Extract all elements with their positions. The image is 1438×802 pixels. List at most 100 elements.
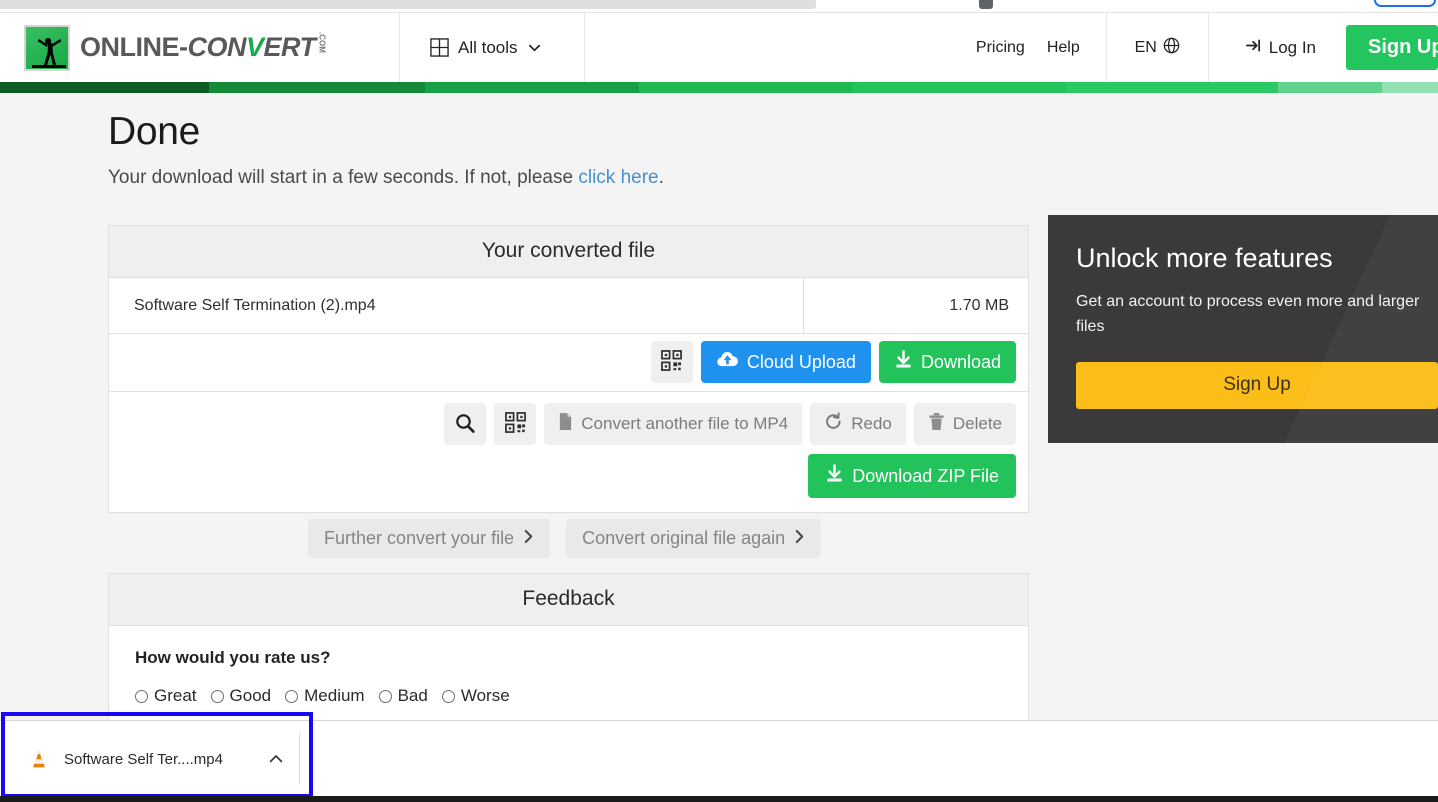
qr-code-button[interactable] [650,341,693,383]
download-icon [825,464,844,488]
converted-file-size: 1.70 MB [949,296,1009,314]
redo-label: Redo [851,414,892,433]
language-selector[interactable]: EN [1105,13,1209,82]
rating-option-good[interactable]: Good [210,686,272,706]
logo-com-text: .COM [317,32,327,53]
promo-signup-button[interactable]: Sign Up [1076,361,1438,409]
rating-option-great[interactable]: Great [135,686,197,706]
feedback-body: How would you rate us? Great Good Medium… [109,626,1028,720]
rating-option-bad[interactable]: Bad [378,686,428,706]
header-spacer [585,13,976,82]
converted-file-heading: Your converted file [109,226,1028,278]
rating-option-label: Medium [304,686,365,705]
logo-v-text: V [246,32,264,62]
table-row: Software Self Termination (2).mp4 1.70 M… [109,278,1028,334]
feedback-question: How would you rate us? [135,648,331,667]
logo-con-text: CON [187,32,247,62]
browser-omnibox-edge[interactable] [1374,0,1436,7]
all-tools-menu[interactable]: All tools [400,13,585,82]
cloud-upload-button[interactable]: Cloud Upload [700,341,871,383]
convert-another-label: Convert another file to MP4 [581,414,789,433]
feedback-heading: Feedback [109,574,1028,626]
chevron-right-icon [794,528,805,549]
browser-download-indicator-icon[interactable] [979,0,993,9]
page-title: Done [108,110,201,153]
browser-chrome-sliver [0,0,1438,12]
primary-action-row: Cloud Upload Download [109,334,1028,392]
radio-icon[interactable] [210,689,224,703]
language-label: EN [1134,38,1157,56]
browser-tab-strip [0,0,820,9]
chevron-down-icon [527,40,542,55]
radio-icon[interactable] [441,689,455,703]
qr-code-icon [504,412,526,436]
preview-search-button[interactable] [444,403,487,445]
progress-segment-3 [425,82,639,93]
signup-button-header[interactable]: Sign Up [1346,25,1438,70]
rating-option-label: Great [154,686,197,705]
download-label: Download [920,351,1001,372]
rating-option-label: Good [229,686,272,705]
qr-code-icon [661,350,683,374]
screen-bottom-edge [0,796,1438,802]
download-zip-button[interactable]: Download ZIP File [808,454,1016,498]
progress-strip [0,82,1438,93]
grid-icon [430,38,449,57]
trash-icon [928,412,945,436]
redo-button[interactable]: Redo [810,403,906,445]
promo-title: Unlock more features [1076,243,1333,273]
logo-wordmark: ONLINE - CON V ERT .COM [80,32,327,63]
progress-segment-2 [208,82,426,93]
progress-segment-4 [638,82,853,93]
rating-option-medium[interactable]: Medium [285,686,365,706]
secondary-action-row: Convert another file to MP4 Redo Delete [444,403,1016,445]
login-label: Log In [1268,37,1316,57]
vlc-cone-icon [28,748,50,770]
convert-another-button[interactable]: Convert another file to MP4 [544,403,803,445]
nav-link-pricing[interactable]: Pricing [976,39,1025,57]
delete-label: Delete [952,414,1002,433]
radio-icon[interactable] [285,689,299,703]
progress-segment-8 [1382,82,1438,93]
converted-file-name: Software Self Termination (2).mp4 [109,278,804,333]
converted-file-card: Your converted file Software Self Termin… [108,225,1029,513]
site-logo[interactable]: ONLINE - CON V ERT .COM [0,13,400,82]
globe-icon [1163,37,1180,59]
progress-segment-1 [0,82,209,93]
qr-code-button-2[interactable] [494,403,537,445]
rating-option-label: Worse [460,686,510,705]
download-file-name: Software Self Ter....mp4 [64,750,223,768]
chevron-right-icon [523,528,534,549]
logo-ert-text: ERT [263,32,317,62]
download-notice-text: Your download will start in a few second… [108,167,579,188]
cloud-upload-icon [716,350,739,374]
promo-subtitle: Get an account to process even more and … [1076,293,1420,335]
login-arrow-icon [1245,37,1262,59]
click-here-link[interactable]: click here [578,167,658,188]
radio-icon[interactable] [378,689,392,703]
download-notice-period: . [658,167,664,188]
zip-action-row: Download ZIP File [808,454,1016,498]
rating-option-worse[interactable]: Worse [441,686,510,706]
delete-button[interactable]: Delete [913,403,1016,445]
rating-option-label: Bad [397,686,428,705]
logo-mark-icon [24,24,70,71]
browser-tab-strip-right [816,0,1438,8]
nav-link-help[interactable]: Help [1047,39,1080,57]
feedback-card: Feedback How would you rate us? Great Go… [108,573,1029,720]
further-convert-button[interactable]: Further convert your file [308,519,551,558]
cloud-upload-label: Cloud Upload [746,351,856,372]
download-button[interactable]: Download [878,341,1016,383]
chevron-up-icon[interactable] [267,750,285,768]
convert-original-again-button[interactable]: Convert original file again [566,519,822,558]
radio-icon[interactable] [135,689,148,703]
further-convert-label: Further convert your file [324,528,515,548]
magnifier-icon [454,412,476,437]
progress-segment-5 [852,82,1066,93]
download-icon [894,350,913,374]
all-tools-label: All tools [458,37,518,57]
file-icon [558,412,573,436]
download-item[interactable]: Software Self Ter....mp4 [8,733,300,785]
login-button[interactable]: Log In [1209,13,1346,82]
site-header: ONLINE - CON V ERT .COM All tools Pricing He… [0,12,1438,82]
